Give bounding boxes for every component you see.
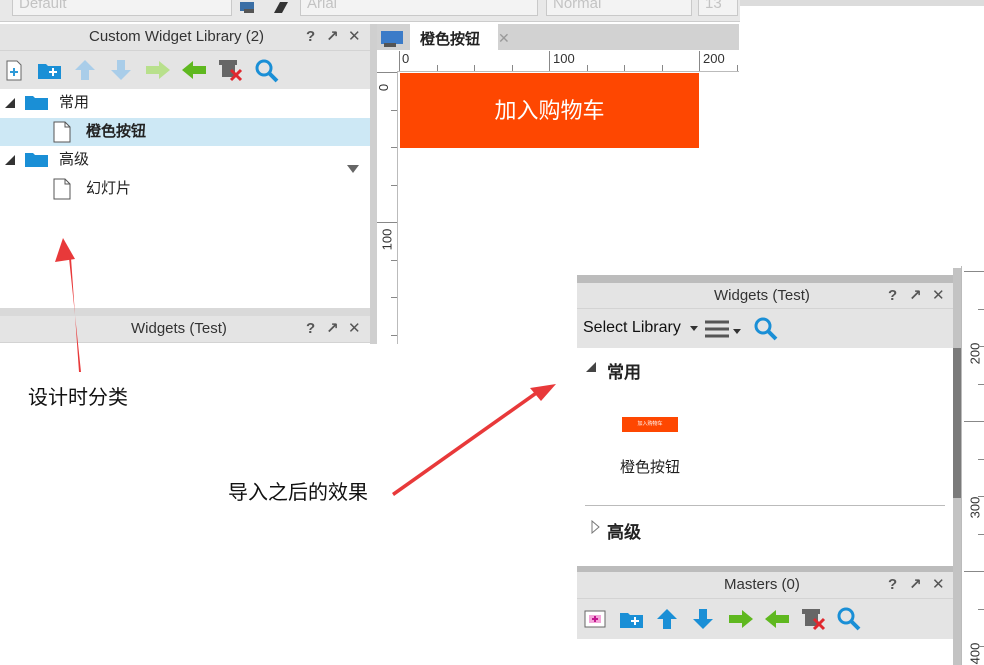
widgets-list: 常用 加入购物车 橙色按钮 高级 xyxy=(577,348,953,566)
menu-icon[interactable] xyxy=(704,318,744,343)
ruler-tick xyxy=(978,383,984,385)
add-folder-icon[interactable] xyxy=(619,608,645,630)
annotation-design-time: 设计时分类 xyxy=(28,387,128,409)
ruler-tick xyxy=(964,571,984,572)
masters-header: Masters (0) ? ↗ ✕ xyxy=(577,572,953,599)
arrow-import-annotation xyxy=(392,384,556,496)
delete-icon[interactable] xyxy=(801,606,827,632)
thumbnail-text: 加入购物车 xyxy=(637,421,663,427)
ruler-tick xyxy=(978,533,984,535)
select-library-dropdown[interactable]: Select Library xyxy=(583,319,699,337)
search-icon[interactable] xyxy=(836,606,862,632)
widget-label[interactable]: 橙色按钮 xyxy=(620,456,680,477)
masters-list xyxy=(577,639,953,665)
group-divider xyxy=(585,505,945,506)
widgets-toolbar: Select Library xyxy=(577,309,953,348)
help-icon[interactable]: ? xyxy=(888,572,897,598)
add-master-icon[interactable] xyxy=(584,608,608,630)
panel-title: Masters (0) xyxy=(724,576,800,593)
right-vertical-ruler: 200 300 400 xyxy=(961,266,984,665)
orange-button-thumbnail[interactable]: 加入购物车 xyxy=(622,417,678,432)
help-icon[interactable]: ? xyxy=(888,283,897,309)
group-common-label[interactable]: 常用 xyxy=(607,358,641,383)
indent-icon[interactable] xyxy=(728,608,754,630)
ruler-tick xyxy=(964,271,984,272)
screenshot-stage: Default Arial Normal 13 Custom Widget Li… xyxy=(0,0,984,665)
ruler-tick xyxy=(978,308,984,310)
ruler-tick xyxy=(978,458,984,460)
widgets-test-header: Widgets (Test) ? ↗ ✕ xyxy=(577,283,953,309)
scrollbar-thumb[interactable] xyxy=(953,348,961,498)
ruler-tick xyxy=(978,608,984,610)
chevron-down-icon xyxy=(690,326,699,331)
ruler-tick xyxy=(978,646,984,647)
ruler-tick xyxy=(964,421,984,422)
dropdown-label: Select Library xyxy=(583,319,681,336)
panel-top-edge xyxy=(577,275,953,283)
search-icon[interactable] xyxy=(753,316,779,345)
ruler-tick xyxy=(978,346,984,347)
ruler-tick xyxy=(978,496,984,497)
close-icon[interactable]: ✕ xyxy=(932,283,945,309)
collapsed-triangle-icon[interactable] xyxy=(591,519,601,537)
move-down-icon[interactable] xyxy=(692,608,714,630)
masters-toolbar xyxy=(577,599,953,639)
move-up-icon[interactable] xyxy=(656,608,678,630)
popout-icon[interactable]: ↗ xyxy=(909,283,922,309)
close-icon[interactable]: ✕ xyxy=(932,572,945,598)
ruler-label: 300 xyxy=(967,496,983,519)
outdent-icon[interactable] xyxy=(764,608,790,630)
right-scroll-track[interactable] xyxy=(953,268,961,665)
panel-title: Widgets (Test) xyxy=(714,287,810,304)
annotation-after-import: 导入之后的效果 xyxy=(228,482,368,504)
arrow-design-annotation xyxy=(55,238,81,372)
group-advanced-label[interactable]: 高级 xyxy=(607,518,641,543)
popout-icon[interactable]: ↗ xyxy=(909,572,922,598)
expand-triangle-icon[interactable] xyxy=(585,360,597,376)
